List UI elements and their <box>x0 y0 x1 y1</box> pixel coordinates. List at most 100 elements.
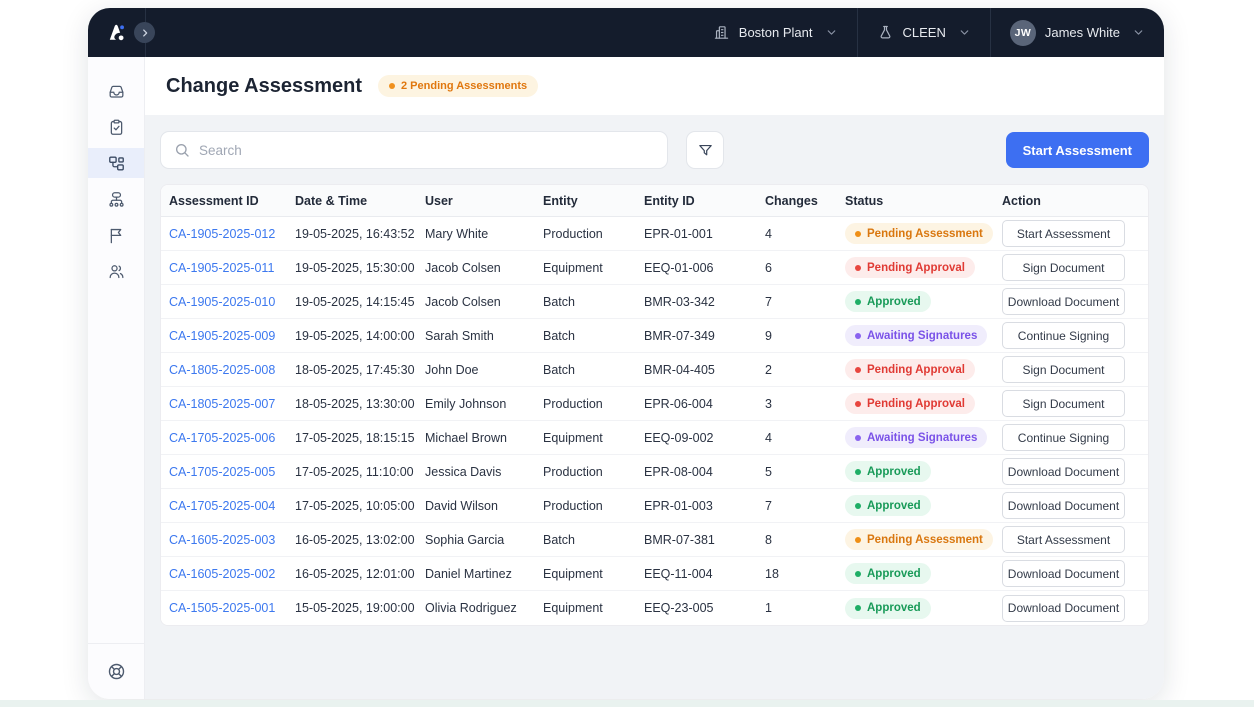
table-body: CA-1905-2025-012 19-05-2025, 16:43:52 Ma… <box>161 217 1148 625</box>
plant-selector[interactable]: Boston Plant <box>694 8 857 57</box>
status-label: Pending Approval <box>867 262 965 274</box>
row-action-button[interactable]: Download Document <box>1002 492 1125 519</box>
chevron-down-icon <box>958 26 971 39</box>
status-label: Approved <box>867 568 921 580</box>
assessment-id-link[interactable]: CA-1505-2025-001 <box>169 601 275 615</box>
sidebar-item-help[interactable] <box>88 643 144 699</box>
row-action-button[interactable]: Download Document <box>1002 458 1125 485</box>
assessment-id-link[interactable]: CA-1905-2025-012 <box>169 227 275 241</box>
clipboard-check-icon <box>107 118 126 137</box>
row-action-button[interactable]: Download Document <box>1002 288 1125 315</box>
assessment-id-link[interactable]: CA-1705-2025-004 <box>169 499 275 513</box>
status-badge: Awaiting Signatures <box>845 325 987 346</box>
status-dot-icon <box>855 469 861 475</box>
cell-entity: Equipment <box>543 261 644 275</box>
cell-changes: 18 <box>765 567 845 581</box>
sidebar-item-flag[interactable] <box>88 220 144 250</box>
row-action-button[interactable]: Sign Document <box>1002 356 1125 383</box>
table-row: CA-1705-2025-004 17-05-2025, 10:05:00 Da… <box>161 489 1148 523</box>
status-label: Pending Approval <box>867 364 965 376</box>
assessment-id-link[interactable]: CA-1805-2025-008 <box>169 363 275 377</box>
sidebar-item-inbox[interactable] <box>88 76 144 106</box>
product-selector[interactable]: CLEEN <box>857 8 990 57</box>
cell-user: Sophia Garcia <box>425 533 543 547</box>
cell-user: David Wilson <box>425 499 543 513</box>
building-icon <box>713 24 730 41</box>
cell-entity-id: BMR-03-342 <box>644 295 765 309</box>
search-input[interactable] <box>199 143 654 158</box>
cell-datetime: 17-05-2025, 18:15:15 <box>295 431 425 445</box>
table-row: CA-1705-2025-006 17-05-2025, 18:15:15 Mi… <box>161 421 1148 455</box>
cell-datetime: 19-05-2025, 16:43:52 <box>295 227 425 241</box>
assessment-id-link[interactable]: CA-1805-2025-007 <box>169 397 275 411</box>
row-action-button[interactable]: Sign Document <box>1002 390 1125 417</box>
cell-datetime: 18-05-2025, 13:30:00 <box>295 397 425 411</box>
cell-entity-id: BMR-07-349 <box>644 329 765 343</box>
cell-entity-id: EEQ-09-002 <box>644 431 765 445</box>
cell-entity-id: EPR-01-003 <box>644 499 765 513</box>
cell-user: John Doe <box>425 363 543 377</box>
row-action-button[interactable]: Start Assessment <box>1002 220 1125 247</box>
status-label: Approved <box>867 602 921 614</box>
badge-dot-icon <box>389 83 395 89</box>
table-row: CA-1805-2025-007 18-05-2025, 13:30:00 Em… <box>161 387 1148 421</box>
sidebar-item-users[interactable] <box>88 256 144 286</box>
title-bar: Change Assessment 2 Pending Assessments <box>145 57 1164 115</box>
row-action-button[interactable]: Download Document <box>1002 595 1125 622</box>
assessment-id-link[interactable]: CA-1905-2025-009 <box>169 329 275 343</box>
column-header-user: User <box>425 194 543 208</box>
cell-datetime: 19-05-2025, 14:15:45 <box>295 295 425 309</box>
sidebar-collapse-button[interactable] <box>134 22 155 43</box>
assessment-id-link[interactable]: CA-1605-2025-002 <box>169 567 275 581</box>
cell-entity-id: EPR-06-004 <box>644 397 765 411</box>
cell-entity: Batch <box>543 533 644 547</box>
column-header-status: Status <box>845 194 1002 208</box>
assessment-id-link[interactable]: CA-1905-2025-011 <box>169 261 274 275</box>
cell-user: Mary White <box>425 227 543 241</box>
table-row: CA-1905-2025-009 19-05-2025, 14:00:00 Sa… <box>161 319 1148 353</box>
cell-entity: Production <box>543 499 644 513</box>
status-badge: Pending Approval <box>845 359 975 380</box>
assessment-id-link[interactable]: CA-1905-2025-010 <box>169 295 275 309</box>
assessment-id-link[interactable]: CA-1705-2025-005 <box>169 465 275 479</box>
cell-user: Michael Brown <box>425 431 543 445</box>
pending-badge-label: 2 Pending Assessments <box>401 80 527 92</box>
cell-entity-id: EEQ-23-005 <box>644 601 765 615</box>
cell-user: Jessica Davis <box>425 465 543 479</box>
cell-datetime: 19-05-2025, 15:30:00 <box>295 261 425 275</box>
cell-changes: 7 <box>765 499 845 513</box>
column-header-changes: Changes <box>765 194 845 208</box>
cell-entity: Equipment <box>543 601 644 615</box>
cell-user: Sarah Smith <box>425 329 543 343</box>
sidebar-item-change-assessment[interactable] <box>88 148 144 178</box>
product-selector-label: CLEEN <box>903 25 946 40</box>
cell-entity-id: BMR-07-381 <box>644 533 765 547</box>
status-badge: Awaiting Signatures <box>845 427 987 448</box>
cell-entity: Batch <box>543 295 644 309</box>
assessment-id-link[interactable]: CA-1605-2025-003 <box>169 533 275 547</box>
status-label: Pending Assessment <box>867 228 983 240</box>
table-row: CA-1505-2025-001 15-05-2025, 19:00:00 Ol… <box>161 591 1148 625</box>
sidebar-item-hierarchy[interactable] <box>88 184 144 214</box>
user-menu[interactable]: JW James White <box>990 8 1164 57</box>
search-box <box>160 131 668 169</box>
sidebar-item-tasks[interactable] <box>88 112 144 142</box>
start-assessment-button[interactable]: Start Assessment <box>1006 132 1149 168</box>
cell-entity-id: EPR-01-001 <box>644 227 765 241</box>
cell-datetime: 17-05-2025, 10:05:00 <box>295 499 425 513</box>
filter-button[interactable] <box>686 131 724 169</box>
status-dot-icon <box>855 435 861 441</box>
table-row: CA-1805-2025-008 18-05-2025, 17:45:30 Jo… <box>161 353 1148 387</box>
status-badge: Approved <box>845 461 931 482</box>
assessment-id-link[interactable]: CA-1705-2025-006 <box>169 431 275 445</box>
row-action-button[interactable]: Sign Document <box>1002 254 1125 281</box>
row-action-button[interactable]: Start Assessment <box>1002 526 1125 553</box>
table-row: CA-1605-2025-002 16-05-2025, 12:01:00 Da… <box>161 557 1148 591</box>
row-action-button[interactable]: Continue Signing <box>1002 322 1125 349</box>
flask-icon <box>877 24 894 41</box>
cell-changes: 5 <box>765 465 845 479</box>
row-action-button[interactable]: Download Document <box>1002 560 1125 587</box>
avatar: JW <box>1010 20 1036 46</box>
status-dot-icon <box>855 367 861 373</box>
row-action-button[interactable]: Continue Signing <box>1002 424 1125 451</box>
